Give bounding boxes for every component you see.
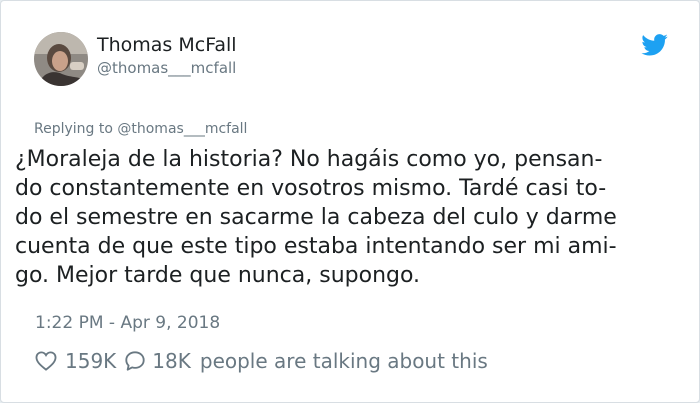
tweet-text-line: do el semestre en sacarme la cabeza del … [15,205,617,230]
tweet-text-line: cuenta de que este tipo estaba intentand… [15,234,617,259]
speech-bubble-icon[interactable] [124,350,146,372]
like-count[interactable]: 159K [65,349,116,373]
heart-icon[interactable] [35,351,57,371]
author-name[interactable]: Thomas McFall [97,34,237,56]
talking-about-label[interactable]: people are talking about this [200,349,488,373]
timestamp[interactable]: 1:22 PM - Apr 9, 2018 [35,313,220,333]
tweet-text-line: ¿Moraleja de la historia? No hagáis como… [15,147,603,172]
author-handle[interactable]: @thomas___mcfall [97,59,236,77]
avatar[interactable] [34,32,88,86]
reply-count[interactable]: 18K [152,349,191,373]
tweet-text-line: go. Mejor tarde que nunca, supongo. [15,263,421,288]
engagement-bar: 159K 18K people are talking about this [35,347,488,375]
avatar-image [34,32,88,86]
tweet-card: Thomas McFall @thomas___mcfall Replying … [0,0,700,403]
reply-context[interactable]: Replying to @thomas___mcfall [34,121,247,137]
tweet-text: ¿Moraleja de la historia? No hagáis como… [15,145,685,290]
tweet-text-line: do constantemente en vosotros mismo. Tar… [15,176,607,201]
twitter-bird-icon[interactable] [641,34,668,56]
